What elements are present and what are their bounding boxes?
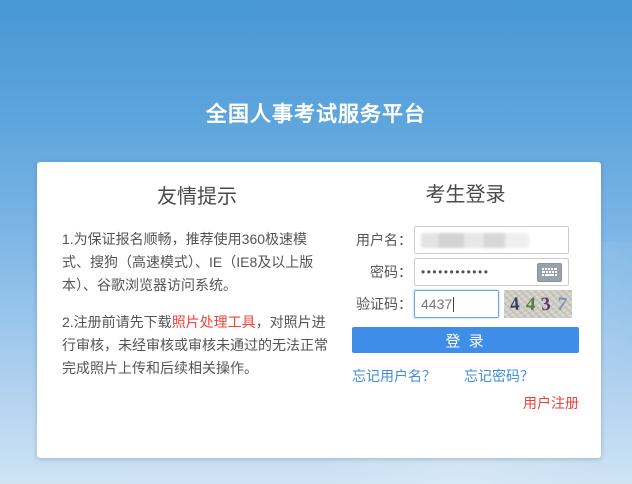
notice-panel: 友情提示 1.为保证报名顺畅，推荐使用360极速模式、搜狗（高速模式）、IE（I… bbox=[37, 162, 352, 458]
captcha-digit: 3 bbox=[540, 294, 552, 314]
password-masked-value: •••••••••••• bbox=[421, 266, 489, 278]
notice-paragraph-2: 2.注册前请先下载照片处理工具，对照片进行审核，未经审核或审核未通过的无法正常完… bbox=[62, 311, 332, 380]
login-heading: 考生登录 bbox=[352, 184, 579, 206]
password-row: 密码： •••••••••••• bbox=[352, 258, 579, 286]
captcha-digit: 4 bbox=[509, 294, 520, 314]
register-row: 用户注册 bbox=[352, 393, 579, 413]
username-label: 用户名： bbox=[352, 230, 414, 250]
login-panel: 考生登录 用户名： 密码： •••••••••••• bbox=[352, 162, 601, 458]
page-title: 全国人事考试服务平台 bbox=[0, 98, 632, 128]
captcha-digit: 4 bbox=[525, 294, 536, 314]
notice-paragraph-2-before: 2.注册前请先下载 bbox=[62, 314, 172, 330]
register-link[interactable]: 用户注册 bbox=[523, 395, 579, 411]
username-redacted-value bbox=[421, 233, 529, 248]
login-card: 友情提示 1.为保证报名顺畅，推荐使用360极速模式、搜狗（高速模式）、IE（I… bbox=[37, 162, 601, 458]
forgot-username-link[interactable]: 忘记用户名？ bbox=[352, 366, 436, 386]
captcha-input[interactable]: 4437 bbox=[414, 290, 499, 318]
username-input[interactable] bbox=[414, 226, 569, 254]
keyboard-icon-glyph bbox=[541, 267, 558, 278]
photo-tool-link[interactable]: 照片处理工具 bbox=[172, 314, 256, 330]
captcha-row: 验证码： 4437 4 4 3 7 bbox=[352, 290, 579, 318]
username-row: 用户名： bbox=[352, 226, 579, 254]
keyboard-icon[interactable] bbox=[537, 263, 562, 282]
notice-paragraph-1: 1.为保证报名顺畅，推荐使用360极速模式、搜狗（高速模式）、IE（IE8及以上… bbox=[62, 228, 332, 297]
captcha-input-value: 4437 bbox=[421, 296, 452, 312]
forgot-links-row: 忘记用户名？ 忘记密码？ bbox=[352, 366, 579, 386]
captcha-label: 验证码： bbox=[352, 294, 414, 314]
captcha-digit: 7 bbox=[555, 294, 567, 314]
captcha-image[interactable]: 4 4 3 7 bbox=[504, 290, 572, 318]
password-label: 密码： bbox=[352, 262, 414, 282]
forgot-password-link[interactable]: 忘记密码？ bbox=[464, 366, 534, 386]
text-cursor bbox=[453, 297, 454, 312]
notice-heading: 友情提示 bbox=[62, 186, 332, 208]
login-button[interactable]: 登 录 bbox=[352, 327, 579, 353]
password-input[interactable]: •••••••••••• bbox=[414, 258, 569, 286]
